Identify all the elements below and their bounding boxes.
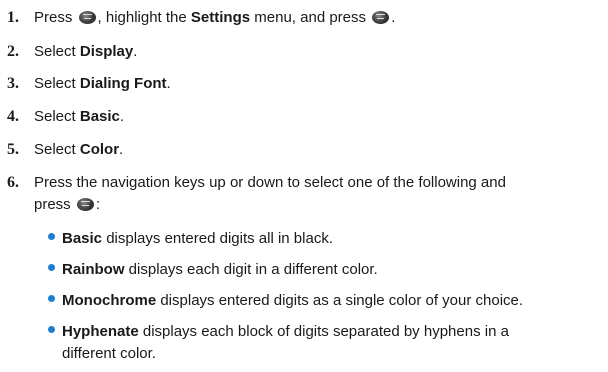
- step-number: 1.: [7, 9, 19, 26]
- step-number: 3.: [7, 75, 19, 92]
- step-number: 2.: [7, 43, 19, 60]
- bullet-dot-icon: [48, 264, 55, 271]
- bullet-dot-icon: [48, 326, 55, 333]
- step-number: 6.: [7, 174, 19, 191]
- basic-label: Basic: [79, 108, 120, 125]
- display-label: Display: [79, 43, 134, 60]
- step-number: 5.: [7, 141, 19, 158]
- dialing-font-label: Dialing Font: [79, 75, 167, 92]
- instruction-page: 1. Press , highlight the Settings menu, …: [7, 9, 524, 362]
- color-label: Color: [79, 141, 120, 158]
- step-number: 4.: [7, 108, 19, 125]
- step-6-line-1: Press the navigation keys up or down to …: [34, 174, 506, 191]
- settings-label: Settings: [190, 9, 251, 26]
- menu-ok-key-icon: [76, 198, 94, 211]
- bullet-dot-icon: [48, 233, 55, 240]
- menu-ok-key-icon: [78, 11, 96, 24]
- menu-ok-key-icon: [372, 11, 390, 24]
- bullet-dot-icon: [48, 295, 55, 302]
